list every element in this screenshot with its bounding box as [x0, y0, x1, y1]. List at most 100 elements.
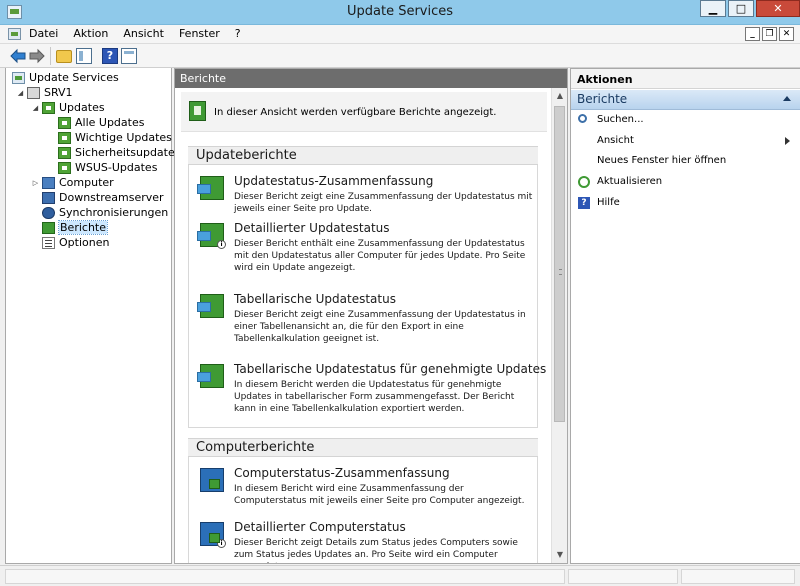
- actions-pane: Aktionen Berichte Suchen... Ansicht Neue…: [570, 68, 800, 564]
- tree-item-srv1[interactable]: ◢ SRV1: [16, 85, 73, 100]
- detailed-computer-report-icon: i: [200, 522, 226, 548]
- action-help[interactable]: ? Hilfe: [571, 194, 800, 212]
- tree-item-updates[interactable]: ◢ Updates: [31, 100, 105, 115]
- status-cell-2: [568, 569, 678, 584]
- reports-pane-header: Berichte: [175, 69, 567, 88]
- toolbar-separator: [50, 47, 51, 65]
- reports-icon: [42, 221, 55, 234]
- info-badge-icon: i: [217, 539, 226, 548]
- navigation-tree: Update Services ◢ SRV1 ◢ Updates Alle Up…: [5, 68, 180, 564]
- menu-help[interactable]: ?: [235, 27, 241, 40]
- updates-icon: [58, 131, 71, 144]
- computer-reports-section: Computerstatus-Zusammenfassung In diesem…: [188, 457, 538, 563]
- action-new-window[interactable]: Neues Fenster hier öffnen: [571, 152, 800, 170]
- menu-items: Datei Aktion Ansicht Fenster ?: [29, 27, 256, 40]
- refresh-icon: [578, 176, 590, 188]
- downstream-servers-icon: [42, 191, 55, 204]
- tree-item-security-updates[interactable]: Sicherheitsupdates: [58, 145, 180, 160]
- report-title[interactable]: Updatestatus-Zusammenfassung: [234, 174, 433, 188]
- report-description: Dieser Bericht enthält eine Zusammenfass…: [234, 239, 526, 273]
- report-title[interactable]: Detaillierter Updatestatus: [234, 221, 390, 235]
- sync-icon: [42, 206, 55, 219]
- report-description: Dieser Bericht zeigt Details zum Status …: [234, 538, 518, 563]
- info-badge-icon: i: [217, 240, 226, 249]
- scroll-up-arrow-icon[interactable]: ▲: [552, 88, 568, 104]
- report-title[interactable]: Detaillierter Computerstatus: [234, 520, 406, 534]
- report-book-icon: [189, 101, 206, 121]
- action-refresh[interactable]: Aktualisieren: [571, 173, 800, 191]
- tree-item-options[interactable]: Optionen: [42, 235, 109, 250]
- updates-icon: [58, 116, 71, 129]
- tree-item-downstream-servers[interactable]: Downstreamserver: [42, 190, 164, 205]
- tree-item-synchronizations[interactable]: Synchronisierungen: [42, 205, 168, 220]
- intro-text: In dieser Ansicht werden verfügbare Beri…: [214, 107, 497, 118]
- update-reports-section: Updatestatus-Zusammenfassung Dieser Beri…: [188, 165, 546, 428]
- update-report-icon: [197, 176, 224, 200]
- maximize-button[interactable]: □: [728, 0, 754, 17]
- computer-reports-heading: Computerberichte: [188, 438, 538, 457]
- actions-header: Aktionen: [571, 69, 800, 89]
- show-hide-tree-icon[interactable]: [76, 48, 92, 64]
- tree-item-wsus-updates[interactable]: WSUS-Updates: [58, 160, 157, 175]
- action-search[interactable]: Suchen...: [571, 111, 800, 129]
- tree-item-computers[interactable]: ▷ Computer: [31, 175, 114, 190]
- minimize-button[interactable]: ▁: [700, 0, 726, 17]
- updates-icon: [58, 161, 71, 174]
- mdi-minimize-button[interactable]: _: [745, 27, 760, 41]
- mdi-close-button[interactable]: ✕: [779, 27, 794, 41]
- help-icon: ?: [578, 197, 590, 209]
- report-title[interactable]: Tabellarische Updatestatus: [234, 292, 396, 306]
- tree-item-reports[interactable]: Berichte: [42, 220, 108, 235]
- actions-section-reports[interactable]: Berichte: [571, 90, 800, 110]
- mdi-restore-button[interactable]: ❐: [762, 27, 777, 41]
- title-bar: Update Services ▁ □ ✕: [0, 0, 800, 25]
- search-icon: [578, 114, 587, 123]
- window-title: Update Services: [346, 4, 454, 19]
- menu-fenster[interactable]: Fenster: [179, 27, 220, 40]
- scrollbar-thumb[interactable]: [554, 106, 565, 422]
- show-hide-action-pane-icon[interactable]: [121, 48, 137, 64]
- report-description: In diesem Bericht wird eine Zusammenfass…: [234, 484, 525, 506]
- report-description: In diesem Bericht werden die Updatestatu…: [234, 380, 515, 414]
- status-cell-main: [5, 569, 565, 584]
- console-icon[interactable]: [8, 28, 21, 40]
- back-arrow-icon[interactable]: [10, 48, 26, 64]
- menu-aktion[interactable]: Aktion: [73, 27, 108, 40]
- vertical-scrollbar[interactable]: ▲ ▼: [551, 88, 567, 563]
- intro-banner: In dieser Ansicht werden verfügbare Beri…: [181, 92, 547, 132]
- wsus-icon: [12, 71, 25, 84]
- detailed-update-report-icon: i: [197, 223, 226, 249]
- expanded-arrow-icon[interactable]: ◢: [16, 89, 25, 97]
- expanded-arrow-icon[interactable]: ◢: [31, 104, 40, 112]
- status-cell-3: [681, 569, 795, 584]
- reports-pane: Berichte In dieser Ansicht werden verfüg…: [174, 68, 568, 564]
- report-title[interactable]: Tabellarische Updatestatus für genehmigt…: [234, 362, 546, 376]
- collapse-arrow-icon[interactable]: [783, 96, 791, 101]
- updates-icon: [58, 146, 71, 159]
- action-view[interactable]: Ansicht: [571, 132, 800, 150]
- up-folder-icon[interactable]: [56, 50, 72, 63]
- collapsed-arrow-icon[interactable]: ▷: [31, 179, 40, 187]
- report-title[interactable]: Computerstatus-Zusammenfassung: [234, 466, 450, 480]
- menu-datei[interactable]: Datei: [29, 27, 58, 40]
- forward-arrow-icon[interactable]: [29, 48, 45, 64]
- window-controls: ▁ □ ✕: [698, 0, 800, 17]
- menu-bar: Datei Aktion Ansicht Fenster ? _ ❐ ✕: [0, 25, 800, 44]
- tree-item-all-updates[interactable]: Alle Updates: [58, 115, 144, 130]
- tabular-report-icon: [197, 294, 224, 318]
- update-reports-heading: Updateberichte: [188, 146, 538, 165]
- server-icon: [27, 86, 40, 99]
- updates-icon: [42, 101, 55, 114]
- report-description: Dieser Bericht zeigt eine Zusammenfassun…: [234, 310, 526, 344]
- mdi-controls: _ ❐ ✕: [743, 27, 794, 41]
- tree-item-important-updates[interactable]: Wichtige Updates: [58, 130, 172, 145]
- report-description: Dieser Bericht zeigt eine Zusammenfassun…: [234, 192, 533, 214]
- thumb-grip: [559, 269, 562, 275]
- computer-report-icon: [200, 468, 224, 492]
- help-icon[interactable]: ?: [102, 48, 118, 64]
- actions-section-label: Berichte: [577, 92, 628, 106]
- menu-ansicht[interactable]: Ansicht: [123, 27, 164, 40]
- scroll-down-arrow-icon[interactable]: ▼: [552, 547, 568, 563]
- tree-item-update-services[interactable]: Update Services: [12, 70, 119, 85]
- close-button[interactable]: ✕: [756, 0, 800, 17]
